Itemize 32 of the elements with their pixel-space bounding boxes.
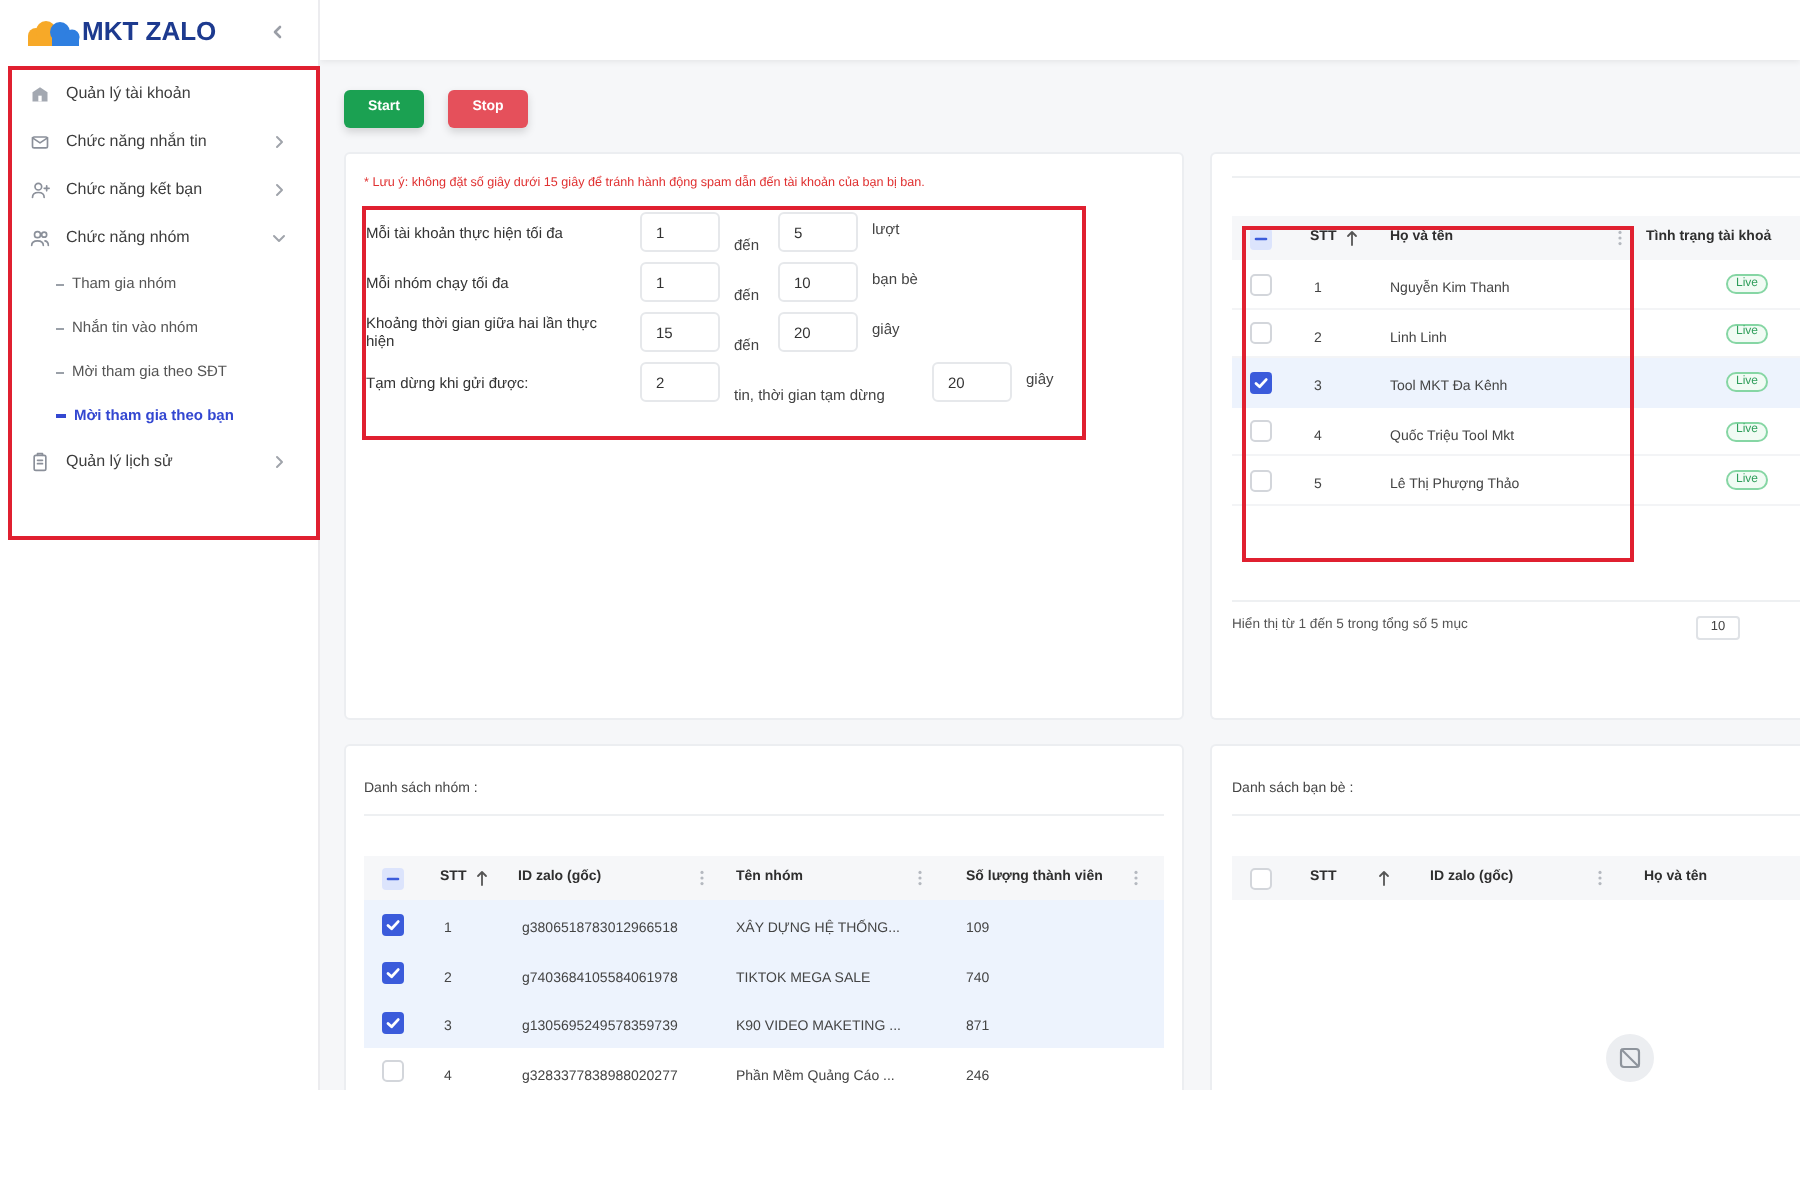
dash-icon <box>56 414 66 418</box>
user-plus-icon <box>30 180 50 200</box>
house-icon <box>30 84 50 104</box>
checkbox[interactable] <box>1249 322 1271 344</box>
users-icon <box>30 228 50 248</box>
checkbox[interactable] <box>381 962 403 985</box>
checkbox[interactable] <box>1249 867 1271 889</box>
sidebar-item[interactable]: Chức năng nhóm <box>12 214 316 262</box>
checkbox[interactable] <box>381 913 403 936</box>
mail-icon <box>30 132 50 152</box>
checkbox[interactable] <box>381 1060 403 1082</box>
sidebar-item[interactable]: Quản lý lịch sử <box>12 438 316 486</box>
checkbox[interactable] <box>1249 273 1271 295</box>
sidebar-item[interactable]: Quản lý tài khoản <box>12 70 316 118</box>
crossed-box-icon <box>1606 1034 1654 1082</box>
chevron-left-icon[interactable] <box>270 24 284 40</box>
cloud-logo-icon <box>24 18 80 46</box>
arrow-up-icon[interactable] <box>1378 870 1390 886</box>
arrow-up-icon[interactable] <box>1346 230 1359 246</box>
sidebar-item[interactable]: Chức năng kết bạn <box>12 166 316 214</box>
logo-text: MKT ZALO <box>82 14 217 51</box>
checkbox[interactable] <box>1249 469 1271 491</box>
dash-icon <box>56 371 64 373</box>
arrow-up-icon[interactable] <box>476 870 489 886</box>
checkbox[interactable] <box>381 1011 403 1034</box>
sidebar-item[interactable]: Chức năng nhắn tin <box>12 118 316 166</box>
checkbox[interactable] <box>1249 420 1271 442</box>
checkbox[interactable] <box>381 867 403 889</box>
dash-icon <box>56 327 64 329</box>
clipboard-icon <box>30 452 50 472</box>
checkbox[interactable] <box>1249 371 1271 394</box>
dash-icon <box>56 283 64 285</box>
